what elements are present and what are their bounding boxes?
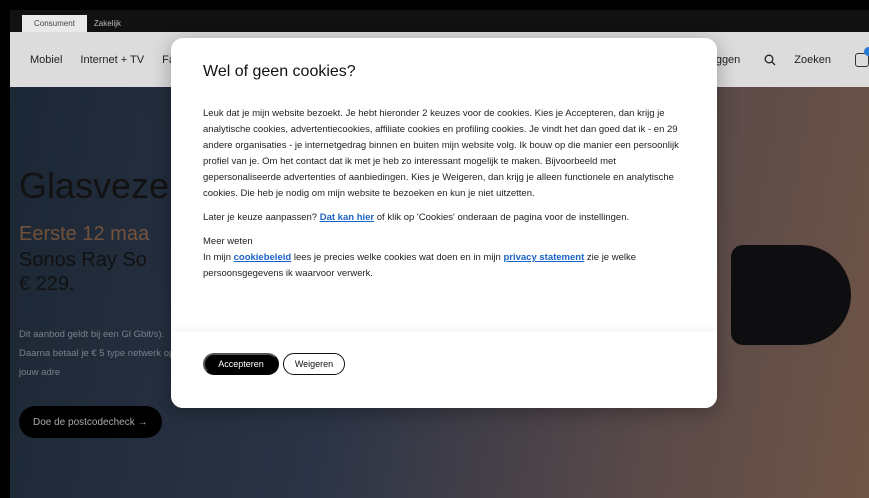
cookie-explanation: Leuk dat je mijn website bezoekt. Je heb… xyxy=(203,108,679,199)
more-info-title: Meer weten xyxy=(203,236,253,247)
segment-bar: Consument Zakelijk xyxy=(10,10,869,32)
hero-fine-print: Dit aanbod geldt bij een Gl Gbit/s). Daa… xyxy=(19,329,175,378)
tab-zakelijk[interactable]: Zakelijk xyxy=(87,15,128,32)
cookie-policy-link[interactable]: cookiebeleid xyxy=(234,252,292,263)
search-label: Zoeken xyxy=(794,53,831,66)
search-button[interactable]: Zoeken xyxy=(764,54,831,66)
hero-title: Glasveze xyxy=(19,165,170,206)
tab-consument[interactable]: Consument xyxy=(22,15,87,32)
change-choice-text: Later je keuze aanpassen? Dat kan hier o… xyxy=(203,212,630,223)
postcode-check-button[interactable]: Doe de postcodecheck → xyxy=(19,406,162,438)
change-choice-link[interactable]: Dat kan hier xyxy=(320,212,374,223)
dialog-body: Leuk dat je mijn website bezoekt. Je heb… xyxy=(203,106,691,282)
nav-item-mobiel[interactable]: Mobiel xyxy=(30,54,62,66)
dialog-title: Wel of geen cookies? xyxy=(203,63,356,80)
speaker-image xyxy=(731,245,851,345)
cookie-dialog: Wel of geen cookies? Leuk dat je mijn we… xyxy=(171,38,717,408)
more-info-text: Meer weten In mijn cookiebeleid lees je … xyxy=(203,236,637,279)
hero-promo: Eerste 12 maa xyxy=(19,223,150,245)
decline-button[interactable]: Weigeren xyxy=(283,353,345,375)
dialog-footer: Accepteren Weigeren xyxy=(171,332,717,408)
search-icon xyxy=(764,54,776,65)
hero-product: Sonos Ray So xyxy=(19,249,147,271)
accept-button[interactable]: Accepteren xyxy=(203,353,279,375)
nav-item-internet-tv[interactable]: Internet + TV xyxy=(80,54,144,66)
privacy-statement-link[interactable]: privacy statement xyxy=(503,252,584,263)
hero-price: € 229. xyxy=(19,273,75,295)
cart-icon[interactable] xyxy=(855,46,869,67)
